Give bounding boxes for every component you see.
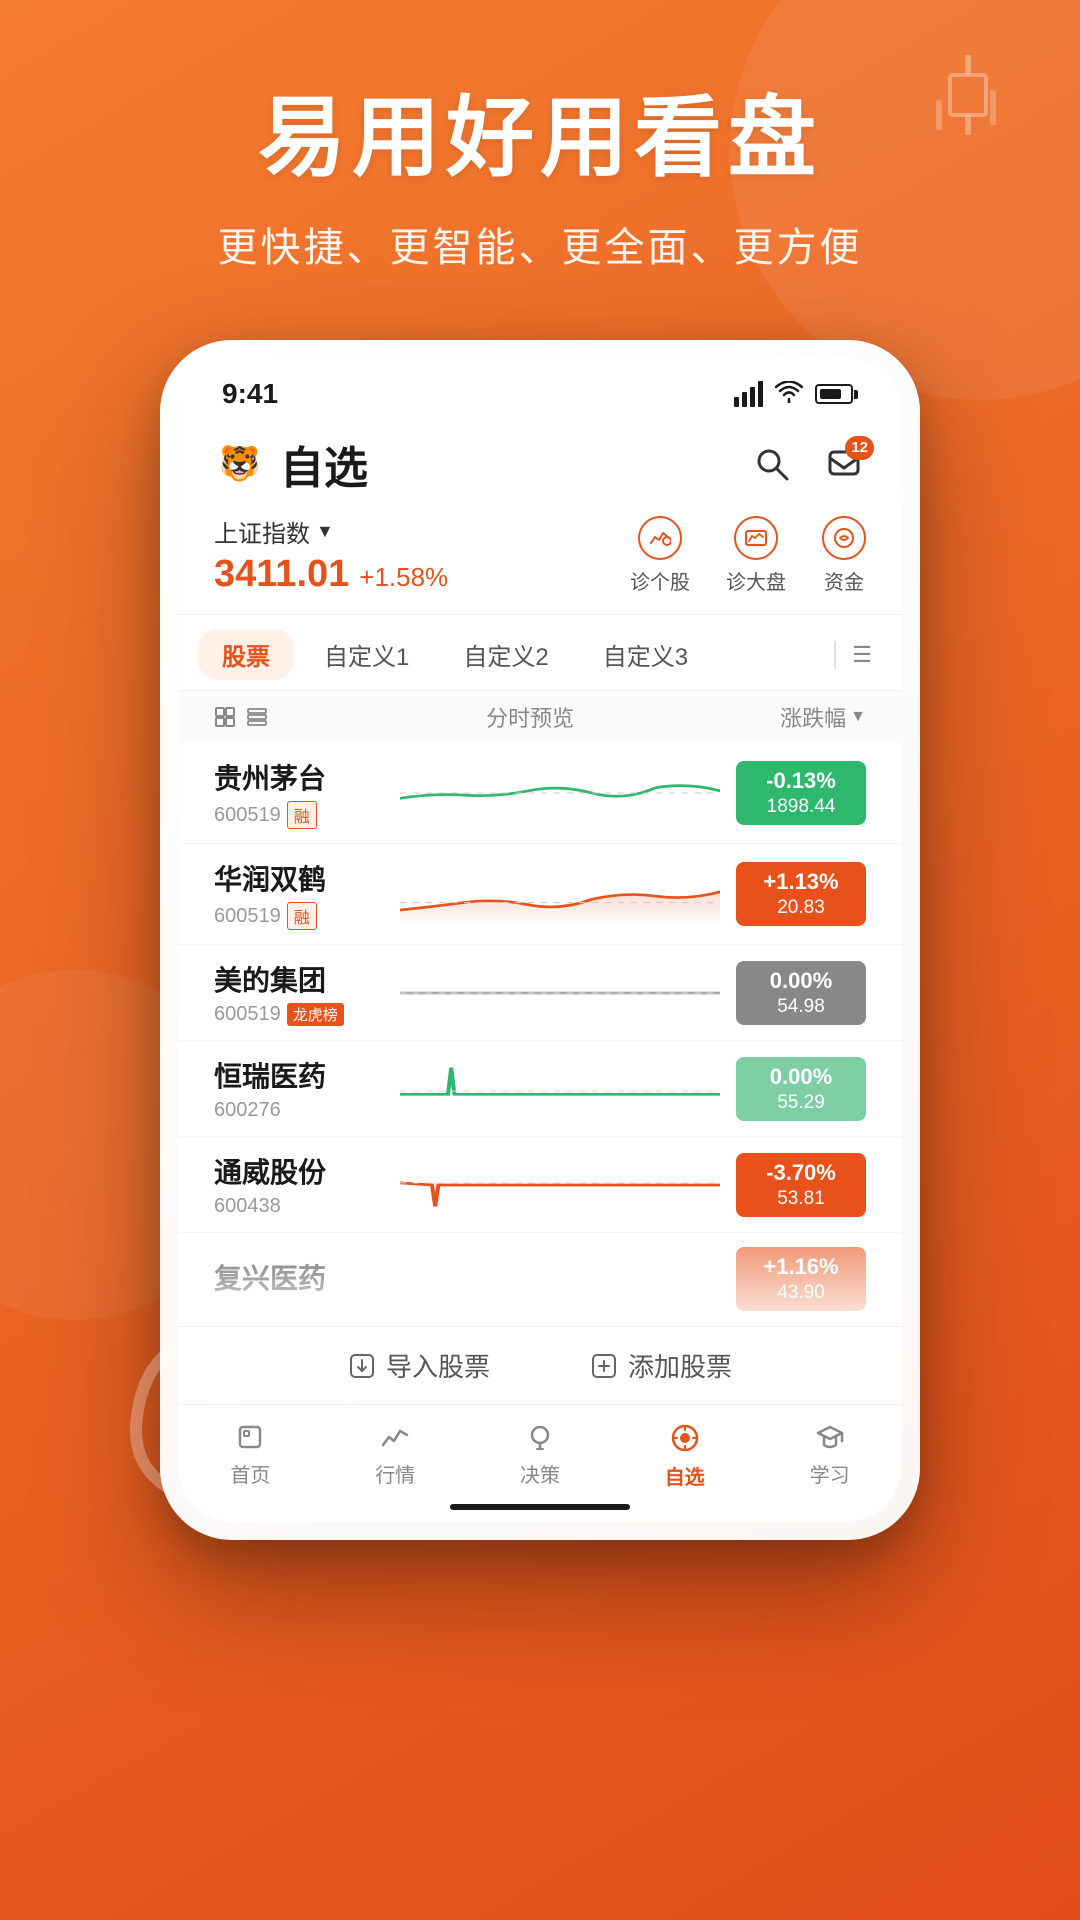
index-info[interactable]: 上证指数 ▼ 3411.01 +1.58% [214,514,448,596]
notification-badge: 12 [845,436,874,460]
view-icon-list[interactable] [214,706,268,728]
stock-code-3: 600519 [214,1003,281,1026]
wifi-icon [775,381,803,408]
header-right: 12 [750,442,866,486]
stock-row-3[interactable]: 美的集团 600519 龙虎榜 [178,945,902,1041]
chart-5 [400,1153,720,1217]
stock-badge-3: 龙虎榜 [287,1003,344,1026]
action-diagnose-market-label: 诊大盘 [726,566,786,595]
tab-menu-icon[interactable]: ☰ [842,638,882,672]
stock-code-4: 600276 [214,1099,281,1122]
action-diagnose-market[interactable]: 诊大盘 [726,516,786,595]
import-stocks-button[interactable]: 导入股票 [348,1347,490,1384]
chart-4 [400,1057,720,1121]
page-wrapper: 易用好用看盘 更快捷、更智能、更全面、更方便 9:41 [0,0,1080,1920]
nav-market[interactable]: 行情 [345,1421,445,1490]
header-left: 🐯 自选 [214,432,368,496]
stock-tab-bar: 股票 自定义1 自定义2 自定义3 ☰ [178,615,902,691]
action-diagnose-stock[interactable]: 诊个股 [630,516,690,595]
status-bar: 9:41 [178,358,902,420]
notification-button[interactable]: 12 [822,442,866,486]
stock-name-1: 贵州茅台 [214,757,384,797]
chart-6 [400,1247,720,1311]
index-name: 上证指数 [214,514,310,549]
signal-icon [734,381,763,407]
nav-home-label: 首页 [230,1459,270,1488]
stock-info-6: 复兴医药 [214,1257,384,1301]
stock-name-3: 美的集团 [214,959,384,999]
stock-code-2: 600519 [214,905,281,928]
chart-3 [400,961,720,1025]
stock-badge-1: 融 [287,801,317,829]
stock-row-4[interactable]: 恒瑞医药 600276 0.00% [178,1041,902,1137]
chart-1 [400,761,720,825]
stock-info-3: 美的集团 600519 龙虎榜 [214,959,384,1026]
change-badge-3: 0.00% 54.98 [736,961,866,1025]
index-dropdown-icon: ▼ [316,521,334,542]
change-badge-4: 0.00% 55.29 [736,1057,866,1121]
status-time: 9:41 [222,378,278,410]
index-change: +1.58% [359,562,448,593]
col-preview-label: 分时预览 [280,701,780,733]
nav-decision[interactable]: 决策 [490,1421,590,1490]
stock-name-4: 恒瑞医药 [214,1055,384,1095]
change-badge-1: -0.13% 1898.44 [736,761,866,825]
nav-market-label: 行情 [375,1459,415,1488]
stock-row-2[interactable]: 华润双鹤 600519 融 [178,844,902,945]
change-badge-2: +1.13% 20.83 [736,862,866,926]
bottom-nav: 首页 行情 决策 [178,1404,902,1498]
stock-row-5[interactable]: 通威股份 600438 -3.70% [178,1137,902,1233]
search-button[interactable] [750,442,794,486]
action-diagnose-stock-label: 诊个股 [630,566,690,595]
chart-2 [400,862,720,926]
nav-learn-label: 学习 [810,1459,850,1488]
index-value: 3411.01 [214,553,349,596]
stock-row-6[interactable]: 复兴医药 +1.16% 43.90 [178,1233,902,1326]
stock-info-5: 通威股份 600438 [214,1151,384,1218]
stock-row-1[interactable]: 贵州茅台 600519 融 [178,743,902,844]
main-title: 易用好用看盘 更快捷、更智能、更全面、更方便 [0,0,1080,273]
stock-list: 贵州茅台 600519 融 [178,743,902,1326]
nav-watchlist[interactable]: 自选 [635,1421,735,1490]
stock-code-5: 600438 [214,1195,281,1218]
stock-code-1: 600519 [214,804,281,827]
stock-name-2: 华润双鹤 [214,858,384,898]
tab-more-divider [834,641,836,669]
tab-custom2[interactable]: 自定义2 [439,629,572,680]
battery-icon [815,384,858,404]
stock-info-2: 华润双鹤 600519 融 [214,858,384,930]
app-header: 🐯 自选 [178,420,902,508]
nav-watchlist-label: 自选 [665,1461,705,1490]
phone-mockup: 9:41 [160,340,920,1540]
column-headers: 分时预览 涨跌幅 ▼ [178,691,902,743]
home-indicator [178,1498,902,1522]
status-icons [734,381,858,408]
add-stocks-button[interactable]: 添加股票 [590,1347,732,1384]
bottom-actions-bar: 导入股票 添加股票 [178,1326,902,1404]
app-title: 自选 [280,432,368,496]
index-actions: 诊个股 诊大盘 [630,516,866,595]
nav-decision-label: 决策 [520,1459,560,1488]
action-capital-label: 资金 [824,566,864,595]
action-capital[interactable]: 资金 [822,516,866,595]
col-change-label[interactable]: 涨跌幅 ▼ [780,701,866,733]
stock-name-5: 通威股份 [214,1151,384,1191]
change-badge-5: -3.70% 53.81 [736,1153,866,1217]
tab-custom3[interactable]: 自定义3 [579,629,712,680]
change-badge-6: +1.16% 43.90 [736,1247,866,1311]
nav-learn[interactable]: 学习 [780,1421,880,1490]
tab-stocks[interactable]: 股票 [198,629,294,680]
tab-custom1[interactable]: 自定义1 [300,629,433,680]
stock-info-1: 贵州茅台 600519 融 [214,757,384,829]
sub-title: 更快捷、更智能、更全面、更方便 [0,215,1080,273]
stock-info-4: 恒瑞医药 600276 [214,1055,384,1122]
index-bar: 上证指数 ▼ 3411.01 +1.58% [178,508,902,615]
nav-home[interactable]: 首页 [200,1421,300,1490]
stock-name-6: 复兴医药 [214,1257,384,1297]
stock-badge-2: 融 [287,902,317,930]
app-logo: 🐯 [214,438,266,490]
